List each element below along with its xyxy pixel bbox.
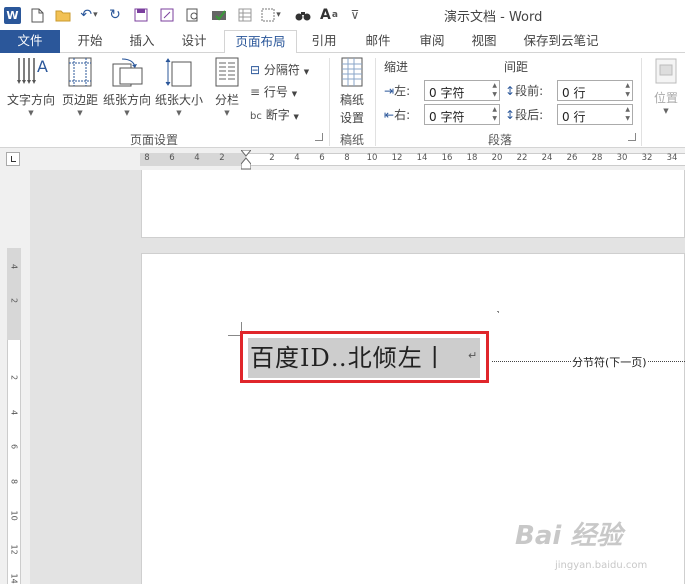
- line-numbers-icon: ≡: [250, 85, 261, 99]
- orientation-button[interactable]: 纸张方向 ▼: [102, 56, 152, 117]
- highlight-box: [240, 331, 489, 383]
- horizontal-ruler[interactable]: 8 6 4 2 2 4 6 8 10 12 14 16 18 20 22 24 …: [0, 148, 685, 170]
- baidu-watermark: Bai 经验: [515, 521, 623, 551]
- redo-icon[interactable]: ↻: [105, 5, 125, 25]
- open-folder-icon[interactable]: [53, 5, 73, 25]
- tab-references[interactable]: 引用: [304, 30, 344, 53]
- tab-insert[interactable]: 插入: [122, 30, 162, 53]
- border-icon[interactable]: ▾: [261, 5, 281, 25]
- tab-page-layout[interactable]: 页面布局: [224, 30, 297, 54]
- vertical-ruler[interactable]: 4 2 2 4 6 8 10 12 14: [0, 170, 30, 584]
- draft-paper-icon: [341, 57, 363, 87]
- indent-right-label: ⇤右:: [384, 108, 411, 122]
- title-bar: W ↶ ▾ ↻ ▾ Aa ⊽ 演示文档 - Word: [0, 0, 685, 30]
- margins-icon: [68, 57, 92, 87]
- text-direction-button[interactable]: A 文字方向 ▼: [4, 56, 58, 117]
- group-divider: [641, 58, 642, 146]
- line-numbers-button[interactable]: ≡ 行号 ▼: [250, 83, 297, 100]
- check-icon[interactable]: [209, 5, 229, 25]
- tab-file[interactable]: 文件: [0, 30, 60, 53]
- tab-design[interactable]: 设计: [174, 30, 214, 53]
- tab-view[interactable]: 视图: [464, 30, 504, 53]
- page-setup-launcher-icon[interactable]: [315, 133, 323, 141]
- tab-mailings[interactable]: 邮件: [358, 30, 398, 53]
- indent-left-icon: ⇥: [384, 84, 395, 98]
- text-direction-icon: A: [17, 57, 48, 84]
- spacing-after-icon: ↕: [505, 108, 516, 122]
- binoculars-icon[interactable]: [293, 5, 313, 25]
- position-icon: [655, 58, 677, 84]
- svg-text:A: A: [37, 57, 48, 76]
- spin-up-icon[interactable]: ▲: [492, 82, 497, 89]
- paragraph-launcher-icon[interactable]: [628, 133, 636, 141]
- spin-down-icon[interactable]: ▼: [625, 91, 630, 98]
- print-preview-icon[interactable]: [183, 5, 203, 25]
- indent-header: 缩进: [384, 60, 409, 74]
- breaks-icon: ⊟: [250, 63, 261, 77]
- customize-qat-icon[interactable]: ⊽: [345, 5, 365, 25]
- paper-size-button[interactable]: 纸张大小 ▼: [154, 56, 204, 117]
- save-as-icon[interactable]: [157, 5, 177, 25]
- indent-left-input[interactable]: 0 字符 ▲ ▼: [424, 80, 500, 101]
- hyphenation-button[interactable]: bc 断字 ▼: [250, 106, 299, 123]
- spin-down-icon[interactable]: ▼: [625, 115, 630, 122]
- breaks-button[interactable]: ⊟ 分隔符 ▼: [250, 61, 309, 78]
- table-icon[interactable]: [235, 5, 255, 25]
- draft-group-label: 稿纸: [340, 133, 365, 147]
- window-title: 演示文档 - Word: [444, 10, 543, 25]
- new-document-icon[interactable]: [27, 5, 47, 25]
- spin-down-icon[interactable]: ▼: [492, 91, 497, 98]
- tab-home[interactable]: 开始: [70, 30, 110, 53]
- tab-save-to-cloud-notes[interactable]: 保存到云笔记: [518, 30, 604, 53]
- spacing-before-icon: ↕: [505, 84, 516, 98]
- spin-up-icon[interactable]: ▲: [625, 106, 630, 113]
- spin-up-icon[interactable]: ▲: [492, 106, 497, 113]
- spin-down-icon[interactable]: ▼: [492, 115, 497, 122]
- draft-paper-settings-button[interactable]: 稿纸 设置: [335, 56, 369, 126]
- hyphenation-icon: bc: [250, 111, 262, 122]
- spacing-after-label: ↕段后:: [505, 108, 544, 122]
- section-break-label: 分节符(下一页): [571, 354, 648, 370]
- spacing-header: 间距: [504, 60, 529, 74]
- ribbon-tabs: 文件 开始 插入 设计 页面布局 引用 邮件 审阅 视图 保存到云笔记: [0, 30, 685, 54]
- indent-left-label: ⇥左:: [384, 84, 411, 98]
- indent-right-input[interactable]: 0 字符 ▲ ▼: [424, 104, 500, 125]
- margins-button[interactable]: 页边距 ▼: [60, 56, 100, 117]
- spacing-after-input[interactable]: 0 行 ▲ ▼: [557, 104, 633, 125]
- crop-mark: [497, 311, 499, 313]
- columns-icon: [215, 57, 239, 87]
- position-button[interactable]: 位置 ▼: [648, 56, 684, 115]
- tab-review[interactable]: 审阅: [412, 30, 452, 53]
- group-divider: [329, 58, 330, 146]
- columns-button[interactable]: 分栏 ▼: [210, 56, 244, 117]
- word-app-icon[interactable]: W: [4, 6, 21, 24]
- spin-up-icon[interactable]: ▲: [625, 82, 630, 89]
- font-size-icon[interactable]: Aa: [319, 5, 339, 25]
- paragraph-group-label: 段落: [488, 133, 513, 147]
- page-previous[interactable]: [141, 170, 685, 238]
- ribbon: A 文字方向 ▼ 页边距 ▼ 纸张方向 ▼ 纸张大小 ▼ 分栏 ▼ ⊟ 分隔符 …: [0, 53, 685, 148]
- baidu-watermark-url: jingyan.baidu.com: [555, 560, 648, 571]
- orientation-icon: [112, 58, 143, 87]
- save-icon[interactable]: [131, 5, 151, 25]
- paper-size-icon: [165, 58, 192, 87]
- group-divider: [375, 58, 376, 146]
- page-setup-group-label: 页面设置: [130, 133, 179, 147]
- undo-icon[interactable]: ↶ ▾: [79, 5, 99, 25]
- tab-selector-icon[interactable]: [6, 152, 20, 166]
- spacing-before-input[interactable]: 0 行 ▲ ▼: [557, 80, 633, 101]
- word-window: W ↶ ▾ ↻ ▾ Aa ⊽ 演示文档 - Word 文件 开始 插入 设计 页…: [0, 0, 685, 584]
- indent-right-icon: ⇤: [384, 108, 395, 122]
- spacing-before-label: ↕段前:: [505, 84, 544, 98]
- indent-marker-icon[interactable]: [241, 150, 251, 170]
